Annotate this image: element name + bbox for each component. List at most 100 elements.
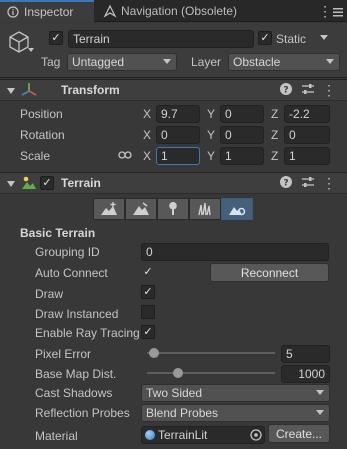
terrain-settings-tool[interactable] [221, 198, 253, 220]
rotation-label: Rotation [20, 128, 65, 142]
terrain-icon [21, 175, 37, 191]
rotation-z-axis[interactable]: Z [271, 126, 278, 144]
link-icon[interactable] [118, 149, 132, 163]
draw-label: Draw [35, 287, 64, 301]
rotation-z-input[interactable]: 0 [284, 126, 330, 144]
rotation-y-input[interactable]: 0 [220, 126, 264, 144]
scale-x-input[interactable]: 1 [156, 147, 200, 165]
reflection-probes-label: Reflection Probes [35, 406, 130, 420]
cast-shadows-dropdown[interactable]: Two Sided [141, 384, 330, 402]
chevron-down-icon [163, 59, 171, 64]
position-x-axis[interactable]: X [143, 105, 151, 123]
paint-trees-tool[interactable] [157, 198, 189, 220]
scale-y-axis[interactable]: Y [207, 147, 215, 165]
gameobject-active-checkbox[interactable]: ✓ [49, 31, 63, 45]
scale-z-axis[interactable]: Z [271, 147, 278, 165]
position-label: Position [20, 107, 63, 121]
ray-tracing-label: Enable Ray Tracing [35, 326, 139, 340]
presets-icon[interactable] [301, 83, 315, 98]
grouping-id-input[interactable]: 0 [141, 243, 329, 261]
navigation-icon [103, 4, 117, 18]
help-icon[interactable]: ? [279, 82, 293, 99]
paint-terrain-icon [133, 202, 149, 215]
draw-checkbox[interactable]: ✓ [141, 285, 155, 299]
tab-inspector[interactable]: Inspector [0, 0, 94, 22]
pixel-error-input[interactable]: 5 [281, 345, 330, 363]
pixel-error-label: Pixel Error [35, 347, 92, 361]
chevron-down-icon [316, 390, 324, 395]
grouping-id-label: Grouping ID [35, 245, 100, 259]
base-map-slider-thumb[interactable] [172, 368, 183, 378]
tab-menu-icon[interactable]: ⋮ [318, 0, 332, 22]
create-terrain-icon [101, 202, 117, 215]
basic-terrain-heading: Basic Terrain [20, 226, 96, 240]
svg-text:?: ? [283, 179, 288, 189]
pixel-error-slider-track[interactable] [147, 352, 275, 354]
base-map-dist-label: Base Map Dist. [35, 367, 117, 381]
scale-label: Scale [20, 149, 51, 163]
material-value: TerrainLit [158, 428, 208, 442]
scale-y-input[interactable]: 1 [220, 147, 264, 165]
help-icon[interactable]: ? [279, 175, 293, 192]
create-material-button[interactable]: Create... [268, 424, 330, 443]
rotation-x-axis[interactable]: X [143, 126, 151, 144]
cast-shadows-label: Cast Shadows [35, 386, 113, 400]
position-x-input[interactable]: 9.7 [156, 105, 200, 123]
presets-icon[interactable] [301, 176, 315, 191]
reconnect-button[interactable]: Reconnect [210, 263, 329, 282]
scale-z-input[interactable]: 1 [284, 147, 330, 165]
material-object-field[interactable]: TerrainLit [141, 426, 265, 444]
object-picker-icon[interactable] [249, 428, 263, 442]
static-checkbox[interactable]: ✓ [258, 31, 272, 45]
position-y-axis[interactable]: Y [207, 105, 215, 123]
paint-terrain-tool[interactable] [125, 198, 157, 220]
tag-dropdown[interactable]: Untagged [67, 53, 177, 71]
transform-icon [20, 81, 38, 99]
static-dropdown-arrow[interactable] [320, 35, 328, 40]
auto-connect-label: Auto Connect [35, 266, 108, 280]
draw-instanced-label: Draw Instanced [35, 307, 119, 321]
base-map-dist-input[interactable]: 1000 [281, 365, 330, 383]
grass-icon [198, 202, 211, 216]
transform-foldout-icon[interactable] [7, 88, 15, 94]
svg-text:?: ? [283, 86, 288, 96]
tag-label: Tag [41, 55, 61, 69]
icon-dropdown-arrow[interactable] [28, 48, 34, 52]
rotation-y-axis[interactable]: Y [207, 126, 215, 144]
tag-value: Untagged [72, 55, 125, 69]
tab-navigation[interactable]: Navigation (Obsolete) [97, 0, 317, 22]
material-label: Material [35, 429, 78, 443]
cast-shadows-value: Two Sided [146, 386, 203, 400]
reflection-probes-dropdown[interactable]: Blend Probes [141, 404, 330, 422]
reflection-probes-value: Blend Probes [146, 406, 219, 420]
draw-instanced-checkbox[interactable] [141, 305, 155, 319]
tab-inspector-label: Inspector [24, 5, 74, 19]
paint-details-tool[interactable] [189, 198, 221, 220]
pixel-error-slider-thumb[interactable] [149, 348, 160, 358]
base-map-slider-track[interactable] [147, 372, 275, 374]
tree-icon [169, 202, 177, 215]
position-y-input[interactable]: 0 [220, 105, 264, 123]
tab-navigation-label: Navigation (Obsolete) [121, 4, 238, 18]
create-neighbor-terrains-tool[interactable] [93, 198, 125, 220]
layer-dropdown[interactable]: Obstacle [228, 53, 340, 71]
ray-tracing-checkbox[interactable]: ✓ [141, 325, 155, 339]
transform-header[interactable] [0, 79, 347, 101]
transform-title: Transform [61, 83, 120, 97]
terrain-enabled-checkbox[interactable]: ✓ [40, 176, 54, 190]
position-z-axis[interactable]: Z [271, 105, 278, 123]
terrain-settings-icon [229, 207, 246, 216]
position-z-input[interactable]: -2.2 [284, 105, 330, 123]
terrain-title: Terrain [61, 176, 101, 190]
window-menu-icon[interactable] [333, 6, 343, 17]
layer-label: Layer [191, 55, 222, 69]
rotation-x-input[interactable]: 0 [156, 126, 200, 144]
chevron-down-icon [326, 59, 334, 64]
auto-connect-checkbox[interactable]: ✓ [141, 265, 155, 279]
terrain-foldout-icon[interactable] [7, 181, 15, 187]
layer-value: Obstacle [233, 55, 281, 69]
scale-x-axis[interactable]: X [143, 147, 151, 165]
component-menu-icon[interactable]: ⋮ [322, 79, 336, 101]
component-menu-icon[interactable]: ⋮ [322, 172, 336, 194]
gameobject-name-input[interactable]: Terrain [68, 30, 254, 48]
